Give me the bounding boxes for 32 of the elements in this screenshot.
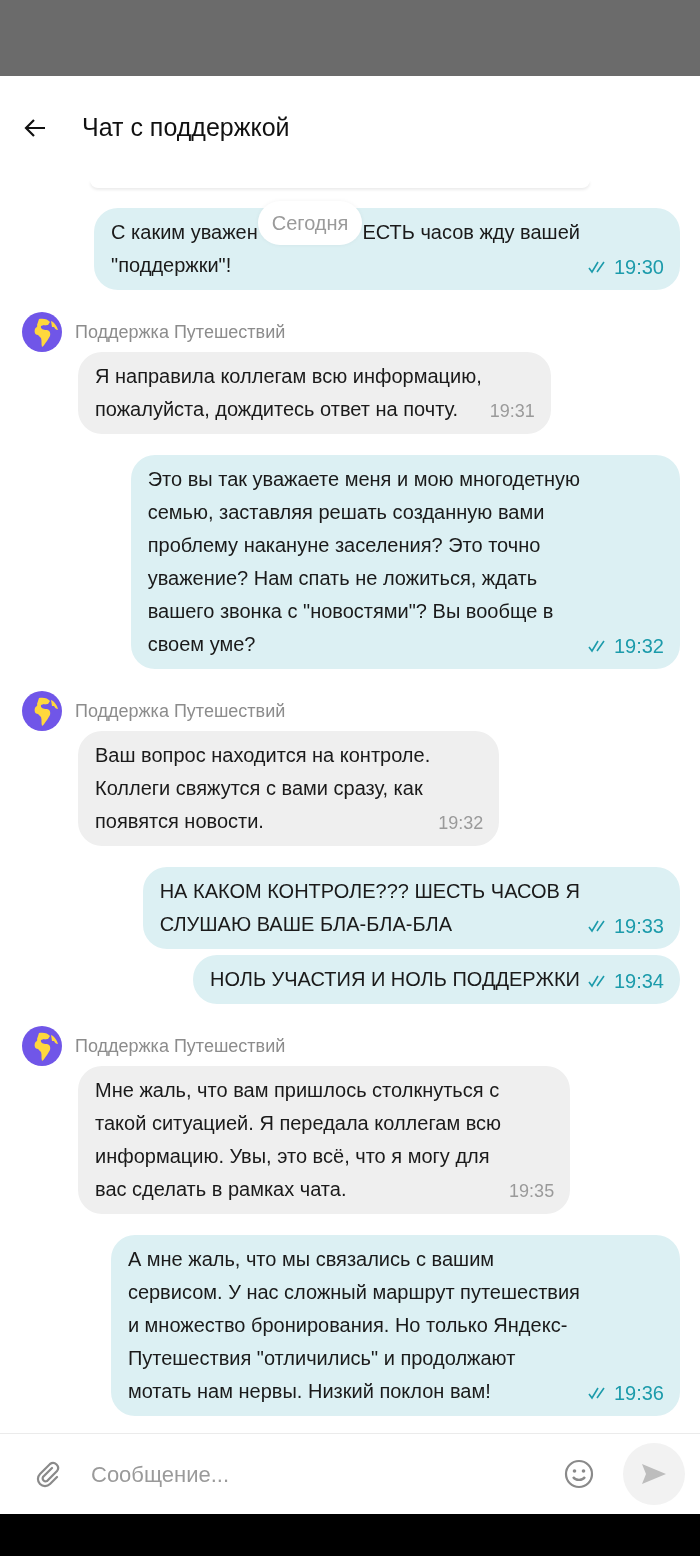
message-time: 19:35: [509, 1180, 555, 1203]
sender-name: Поддержка Путешествий: [75, 1034, 286, 1058]
message-input[interactable]: Сообщение...: [91, 1457, 551, 1491]
message-time: 19:33: [613, 914, 664, 939]
message-time: 19:34: [613, 969, 664, 994]
message-time: 19:31: [489, 400, 535, 423]
message-text: Ваш вопрос находится на контроле. Коллеги свяжутся с вами сразу, как появятся новости.: [95, 743, 431, 834]
message-text: Это вы так уважаете меня и мою многодетную семью, заставляя решать созданную вами проблему накануне заселения? Это точно уважение? Нам спать не ложиться, ждать вашего звонка с "новостями"? Вы вообще в своем уме?: [147, 467, 580, 657]
smiley-icon: [564, 1459, 594, 1489]
message-text: С каким уважен: [111, 220, 258, 245]
sender-name: Поддержка Путешествий: [75, 699, 286, 723]
message-text: А мне жаль, что мы связались с вашим сервисом. У нас сложный маршрут путешествия и множество бронирования. Но только Яндекс- Путешествия "отличились" и продолжают мотать нам нервы. Низкий поклон вам!: [127, 1247, 580, 1404]
message-time: 19:30: [613, 255, 664, 280]
message-text: ЕСТЬ часов жду вашей: [362, 220, 580, 245]
message-text: НОЛЬ УЧАСТИЯ И НОЛЬ ПОДДЕРЖКИ: [210, 967, 580, 992]
message-text: "поддержки"!: [111, 253, 233, 278]
message-text: Я направила коллегам всю информацию, пожалуйста, дождитесь ответ на почту.: [95, 364, 482, 422]
sender-name: Поддержка Путешествий: [75, 320, 286, 344]
emoji-button[interactable]: [563, 1458, 595, 1490]
globe-avatar-icon: [22, 691, 62, 731]
date-separator: Сегодня: [257, 200, 363, 245]
message-time: 19:32: [613, 634, 664, 659]
message-time: 19:36: [613, 1381, 664, 1406]
message-text: НА КАКОМ КОНТРОЛЕ??? ШЕСТЬ ЧАСОВ Я СЛУШАЮ ВАШЕ БЛА-БЛА-БЛА: [159, 879, 580, 937]
back-arrow-icon: [24, 118, 46, 138]
message-time: 19:32: [438, 812, 484, 835]
send-icon: [640, 1462, 668, 1486]
globe-avatar-icon: [22, 1026, 62, 1066]
paperclip-icon: [34, 1460, 62, 1488]
message-text: Мне жаль, что вам пришлось столкнуться с такой ситуацией. Я передала коллегам всю информацию. Увы, это всё, что я могу для вас сделать в рамках чата.: [95, 1078, 502, 1202]
chat-title: Чат с поддержкой: [82, 112, 290, 144]
globe-avatar-icon: [22, 312, 62, 352]
